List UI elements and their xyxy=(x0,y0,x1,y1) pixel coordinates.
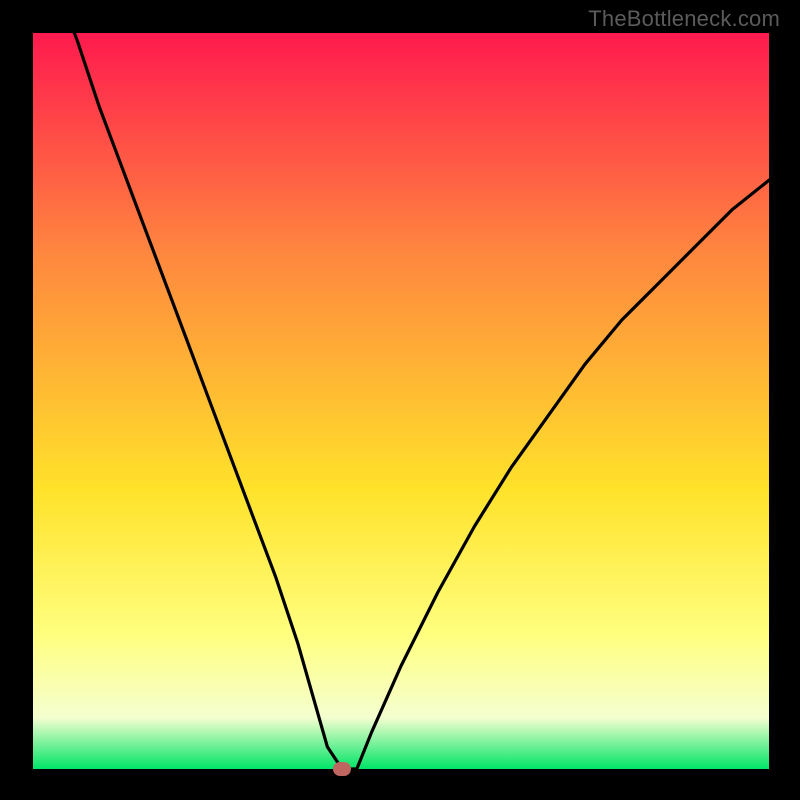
gradient-rect xyxy=(33,33,769,769)
plot-frame xyxy=(33,33,769,769)
optimum-marker xyxy=(333,762,351,776)
watermark-text: TheBottleneck.com xyxy=(588,6,780,32)
plot-svg xyxy=(33,33,769,769)
